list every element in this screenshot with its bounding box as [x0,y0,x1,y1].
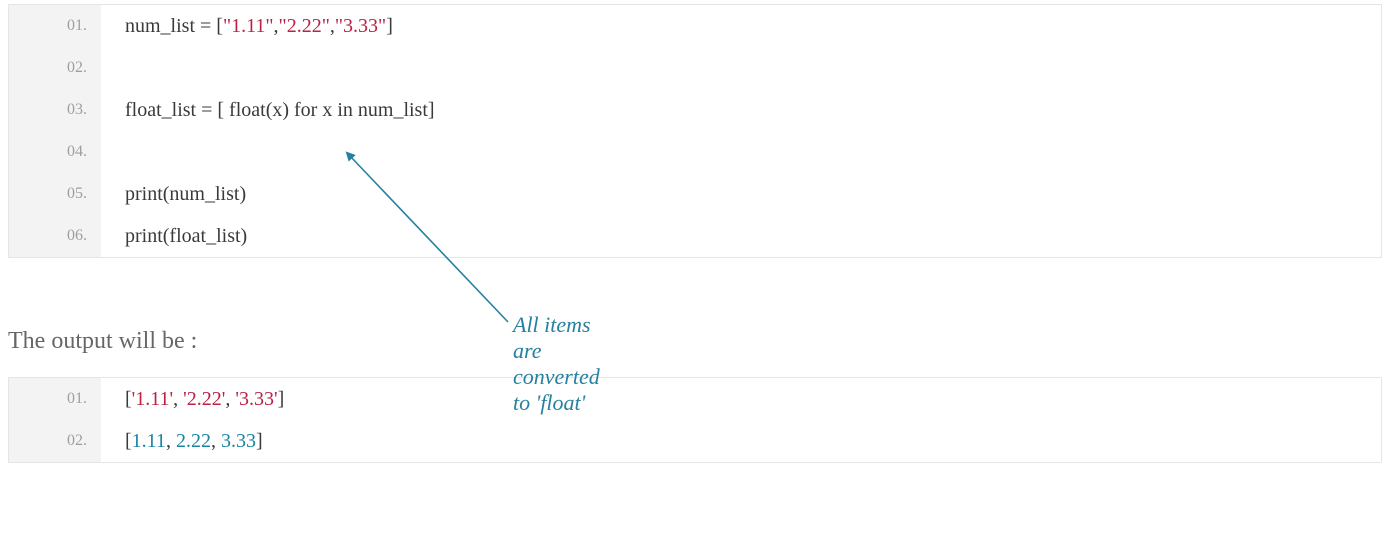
line-number: 01. [9,378,101,420]
line-number: 05. [9,173,101,215]
code-row: 01. num_list = ["1.11","2.22","3.33"] [9,5,1381,47]
code-line: ['1.11', '2.22', '3.33'] [101,388,284,411]
code-line: print(float_list) [101,225,247,248]
line-number: 01. [9,5,101,47]
line-number: 03. [9,89,101,131]
code-line: [1.11, 2.22, 3.33] [101,430,263,453]
code-line: num_list = ["1.11","2.22","3.33"] [101,15,393,38]
code-line: print(num_list) [101,183,246,206]
output-heading: The output will be : [8,328,1382,355]
code-line: float_list = [ float(x) for x in num_lis… [101,99,435,122]
code-row: 03. float_list = [ float(x) for x in num… [9,89,1381,131]
code-row: 06. print(float_list) [9,215,1381,257]
code-block-1: 01. num_list = ["1.11","2.22","3.33"] 02… [8,4,1382,258]
code-row: 04. [9,131,1381,173]
line-number: 04. [9,131,101,173]
code-block-2: 01. ['1.11', '2.22', '3.33'] 02. [1.11, … [8,377,1382,463]
code-row: 01. ['1.11', '2.22', '3.33'] [9,378,1381,420]
code-row: 02. [1.11, 2.22, 3.33] [9,420,1381,462]
line-number: 02. [9,420,101,462]
code-row: 02. [9,47,1381,89]
line-number: 06. [9,215,101,257]
line-number: 02. [9,47,101,89]
code-row: 05. print(num_list) [9,173,1381,215]
